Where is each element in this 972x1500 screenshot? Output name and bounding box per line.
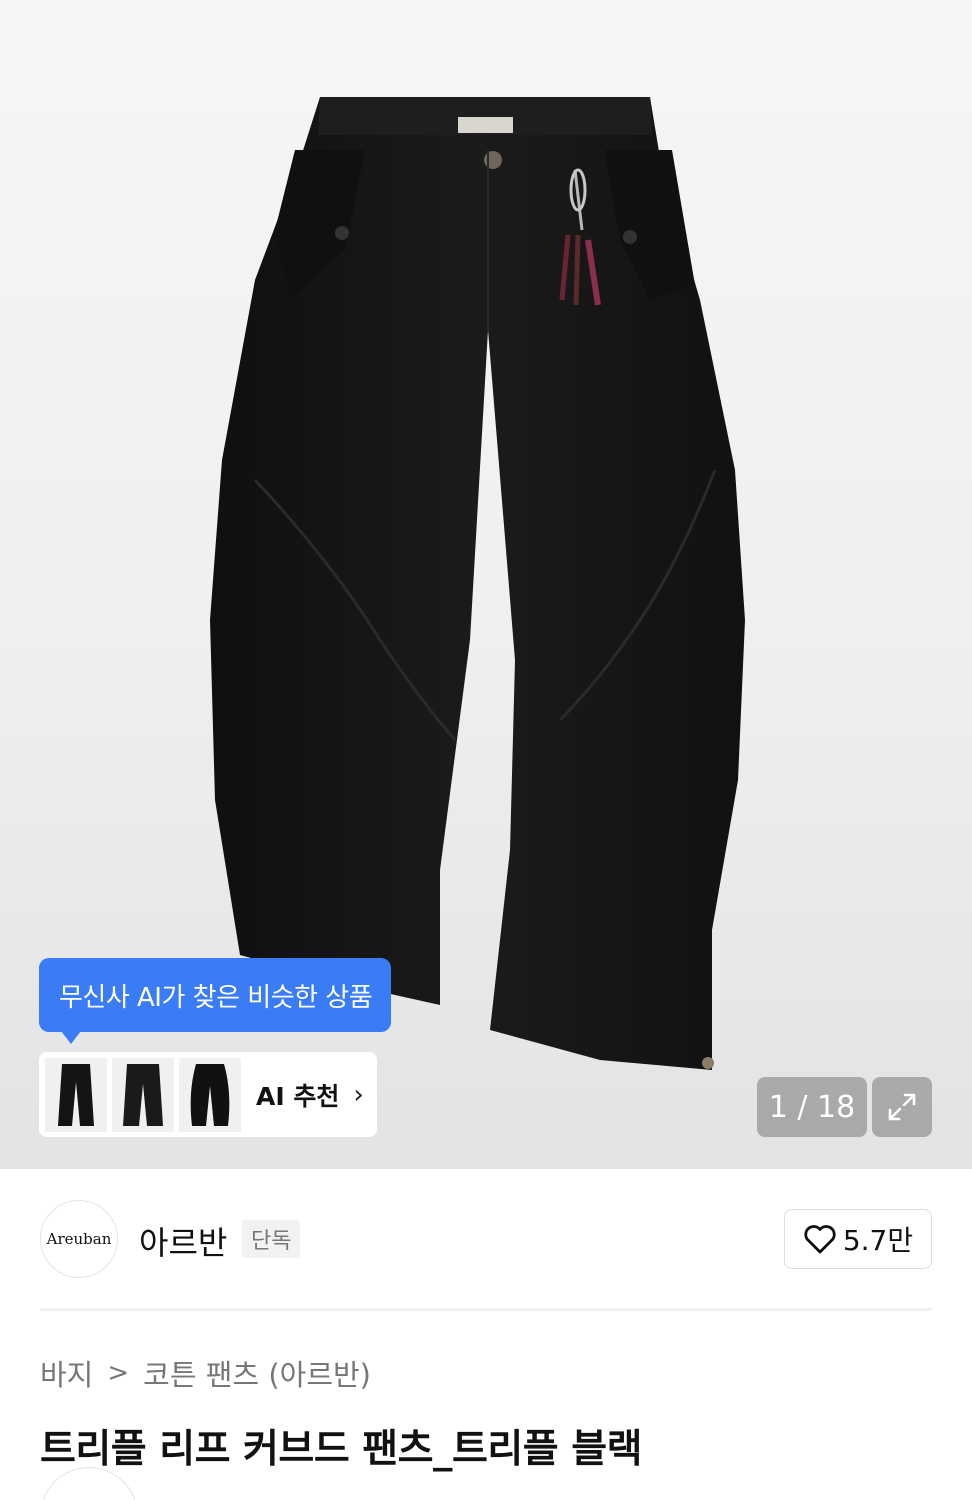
like-count: 5.7만 bbox=[842, 1224, 914, 1257]
chevron-right-icon: > bbox=[107, 1358, 130, 1388]
image-counter: 1 / 18 bbox=[757, 1077, 867, 1137]
breadcrumb: 바지 > 코튼 팬츠 (아르반) bbox=[40, 1352, 371, 1394]
product-detail-page: 무신사 AI가 찾은 비슷한 상품 AI 추천 › 1 / 18 Areuban… bbox=[0, 0, 972, 1500]
pants-thumbnail-3[interactable] bbox=[179, 1057, 241, 1132]
pants-thumbnail-1[interactable] bbox=[45, 1057, 107, 1132]
breadcrumb-subcategory[interactable]: 코튼 팬츠 (아르반) bbox=[143, 1352, 371, 1394]
breadcrumb-category[interactable]: 바지 bbox=[40, 1352, 93, 1394]
ai-similar-tooltip-text: 무신사 AI가 찾은 비슷한 상품 bbox=[59, 982, 373, 1013]
expand-button[interactable] bbox=[872, 1077, 932, 1137]
image-counter-text: 1 / 18 bbox=[768, 1089, 856, 1125]
chevron-right-icon: › bbox=[353, 1079, 364, 1110]
ai-similar-tooltip[interactable]: 무신사 AI가 찾은 비슷한 상품 bbox=[39, 958, 391, 1044]
brand-name[interactable]: 아르반 bbox=[139, 1218, 227, 1264]
ai-recommend-label: AI 추천 bbox=[256, 1081, 340, 1111]
exclusive-badge: 단독 bbox=[242, 1220, 301, 1258]
ai-recommend-link[interactable]: AI 추천 › bbox=[256, 1077, 364, 1113]
pants-thumbnail-2[interactable] bbox=[112, 1057, 174, 1132]
brand-logo-text: Areuban bbox=[46, 1230, 112, 1248]
brand-logo[interactable]: Areuban bbox=[40, 1200, 118, 1278]
expand-icon bbox=[888, 1093, 916, 1121]
ai-recommend-card[interactable]: AI 추천 › bbox=[39, 1052, 377, 1137]
product-title: 트리플 리프 커브드 팬츠_트리플 블랙 bbox=[40, 1427, 643, 1472]
divider bbox=[40, 1308, 932, 1311]
brand-row: Areuban 아르반 단독 5.7만 bbox=[40, 1200, 932, 1278]
like-button[interactable]: 5.7만 bbox=[784, 1209, 932, 1269]
product-image-gallery[interactable]: 무신사 AI가 찾은 비슷한 상품 AI 추천 › 1 / 18 bbox=[0, 0, 972, 1169]
heart-icon bbox=[804, 1225, 836, 1254]
